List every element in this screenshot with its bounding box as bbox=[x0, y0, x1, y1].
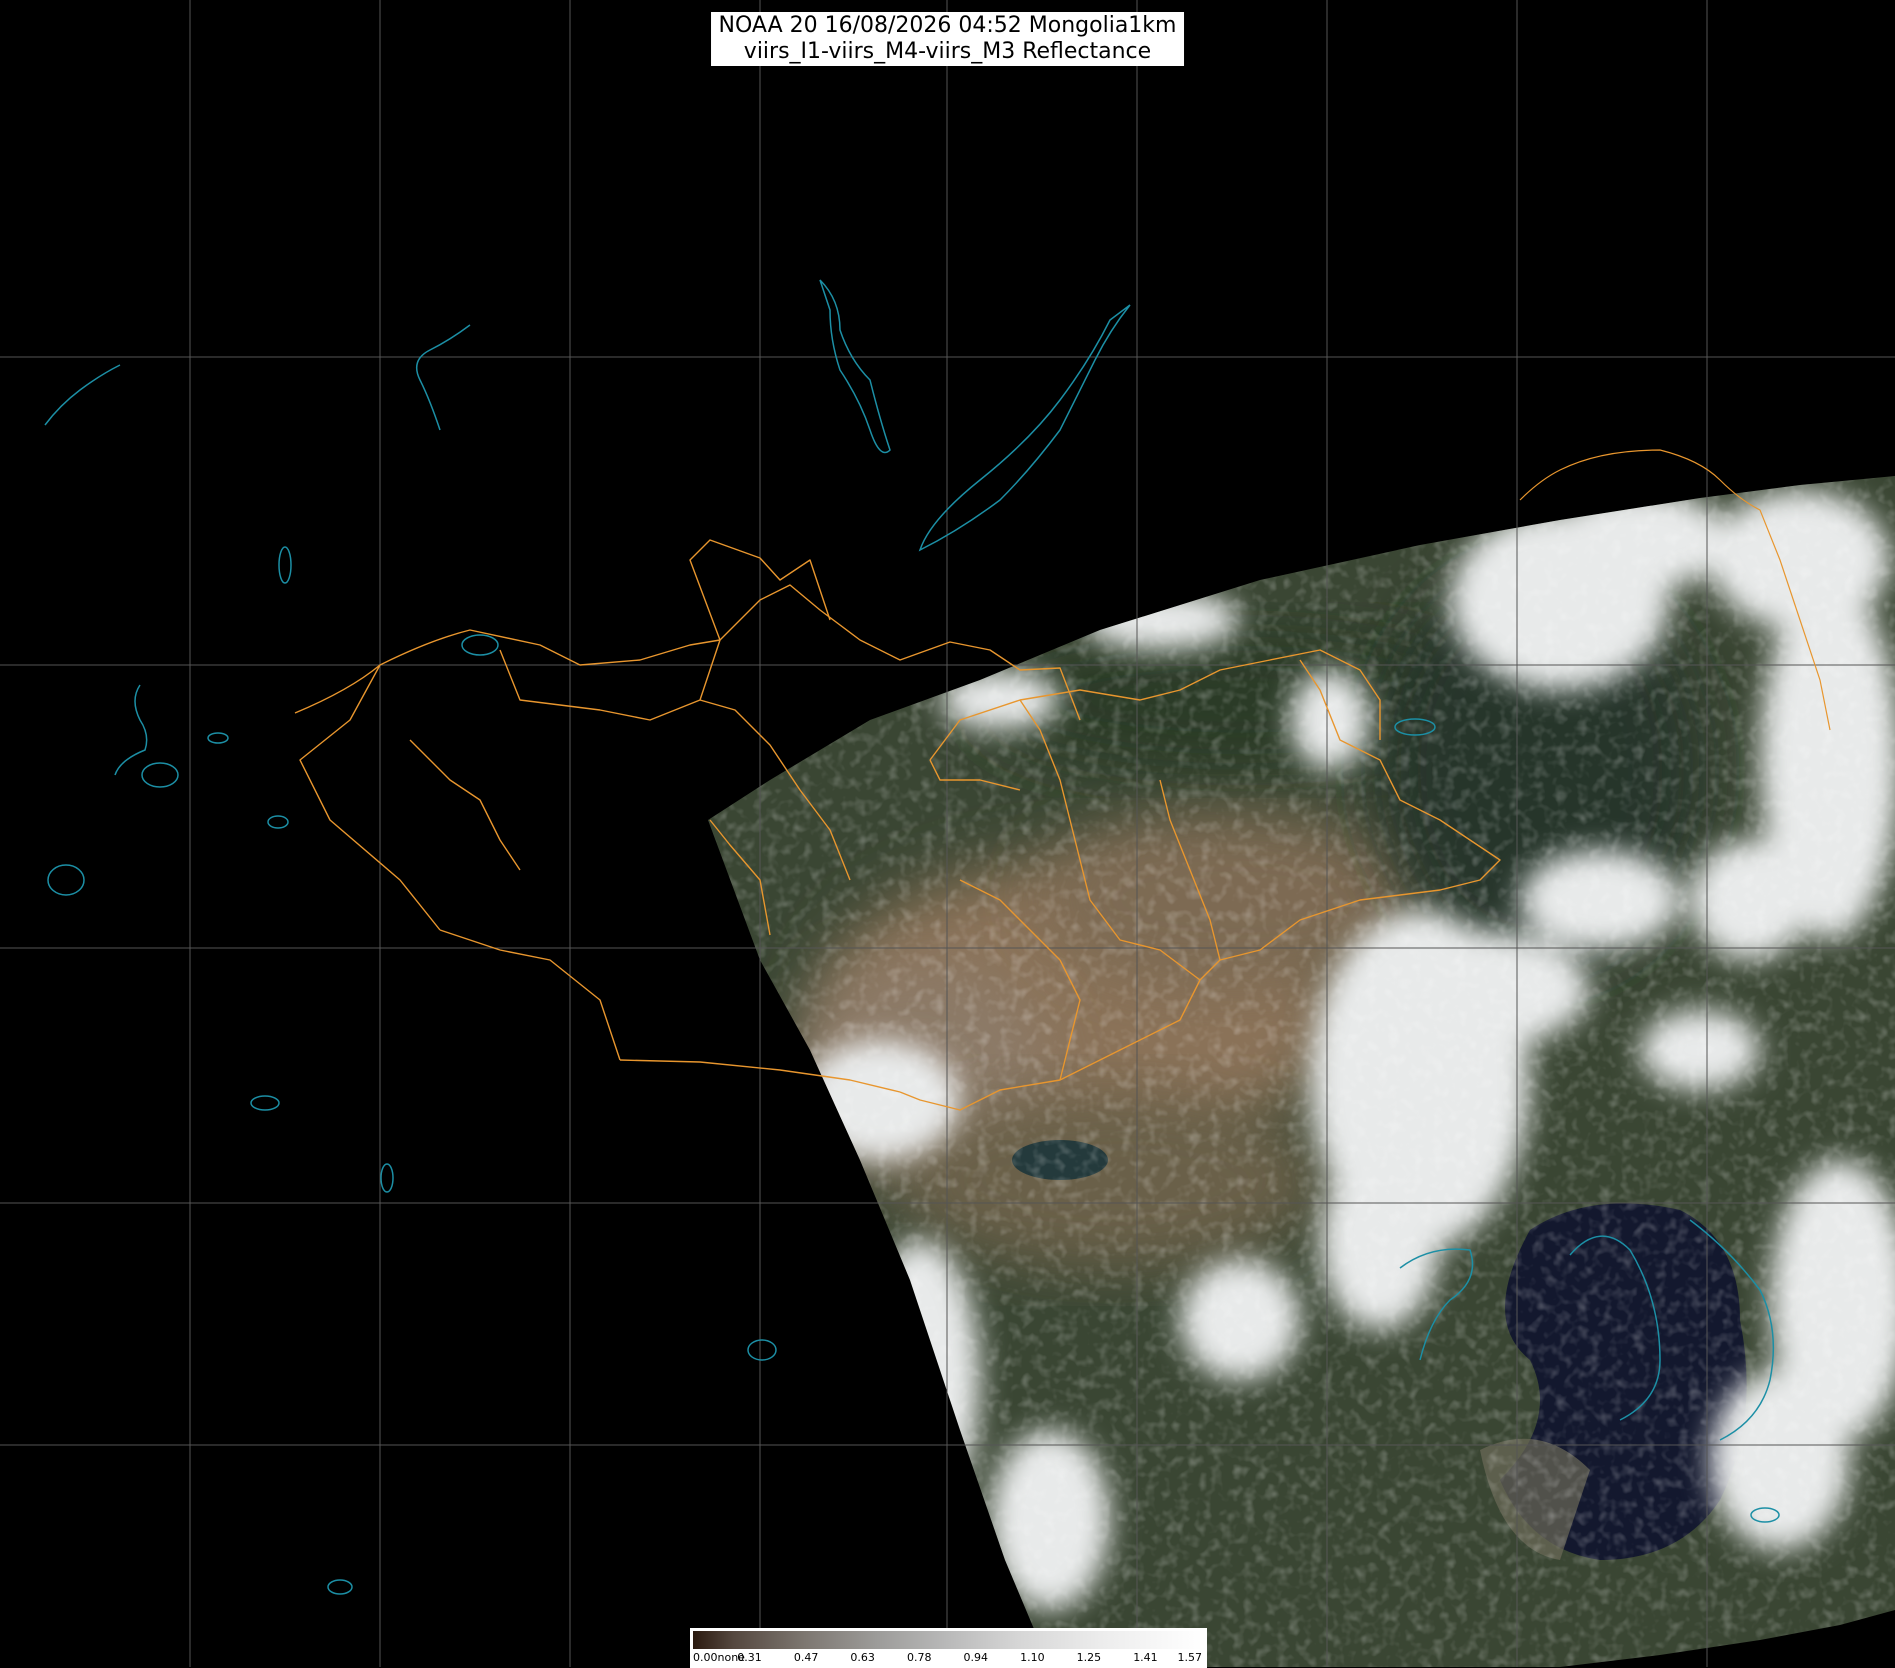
colorbar-ticks: 0.00none 0.31 0.47 0.63 0.78 0.94 1.10 1.25 1.41… bbox=[693, 1649, 1202, 1665]
colorbar-tick-label: 0.78 bbox=[906, 1651, 932, 1664]
title-box: NOAA 20 16/08/2026 04:52 Mongolia1km vii… bbox=[710, 12, 1185, 66]
colorbar-tick-label: 0.31 bbox=[737, 1651, 762, 1664]
colorbar-tick-label: 0.47 bbox=[793, 1651, 819, 1664]
title-line-1: NOAA 20 16/08/2026 04:52 Mongolia1km bbox=[718, 13, 1177, 38]
satellite-map bbox=[0, 0, 1895, 1667]
colorbar-tick-label: 1.10 bbox=[1020, 1651, 1045, 1664]
colorbar: 0.00none 0.31 0.47 0.63 0.78 0.94 1.10 1.25 1.41… bbox=[690, 1628, 1207, 1668]
colorbar-tick-label: 1.25 bbox=[1076, 1651, 1102, 1664]
colorbar-tick-label: 0.94 bbox=[963, 1651, 989, 1664]
colorbar-tick-label: 1.41 bbox=[1133, 1651, 1158, 1664]
title-line-2: viirs_I1-viirs_M4-viirs_M3 Reflectance bbox=[743, 39, 1152, 64]
colorbar-tick-label: 1.57 bbox=[1177, 1651, 1203, 1664]
colorbar-gradient bbox=[693, 1631, 1202, 1649]
colorbar-tick-label: 0.63 bbox=[850, 1651, 875, 1664]
